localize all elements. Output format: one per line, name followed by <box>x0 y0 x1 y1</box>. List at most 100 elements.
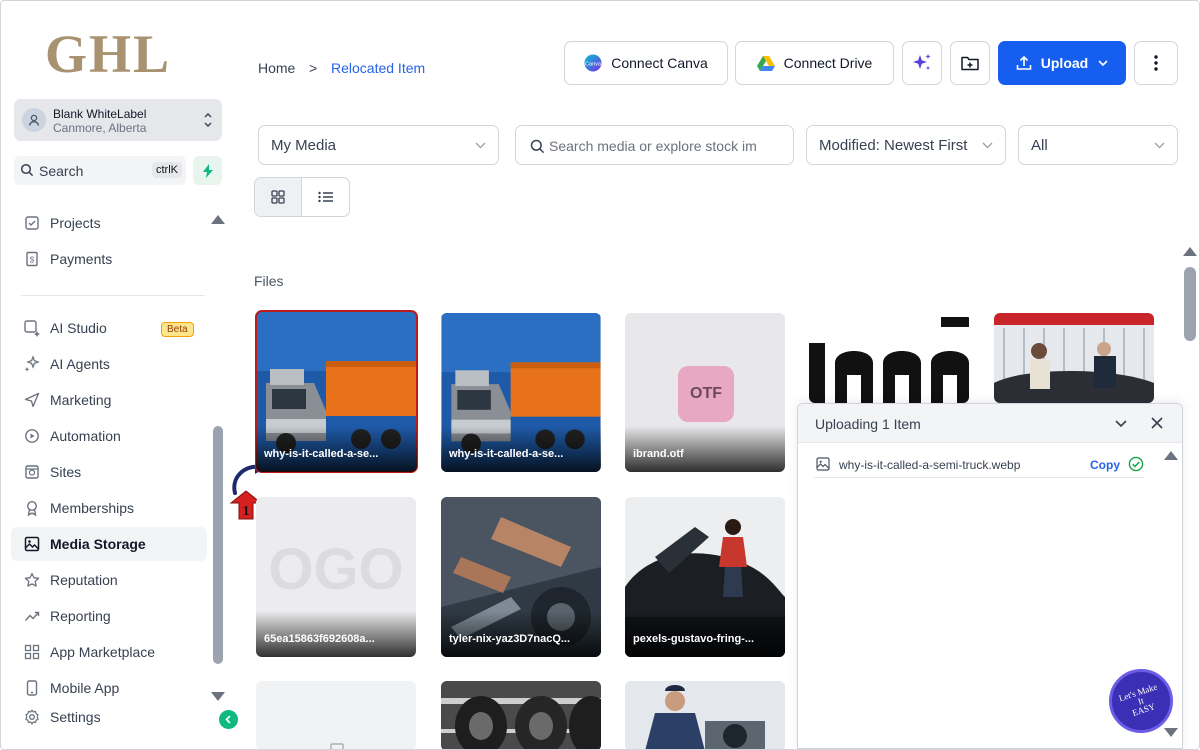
sidebar-item-sites[interactable]: Sites <box>11 455 207 489</box>
image-file-icon <box>816 457 830 471</box>
sidebar-item-reputation[interactable]: Reputation <box>11 563 207 597</box>
folder-plus-icon <box>961 56 979 71</box>
location-avatar-icon <box>22 108 46 132</box>
sidebar-item-marketing[interactable]: Marketing <box>11 383 207 417</box>
memberships-icon <box>21 497 43 519</box>
media-tile[interactable]: why-is-it-called-a-se... <box>255 310 418 473</box>
file-name: 65ea15863f692608a... <box>264 633 375 645</box>
sidebar-item-automation[interactable]: Automation <box>11 419 207 453</box>
breadcrumb-home[interactable]: Home <box>258 60 295 76</box>
app-logo[interactable]: GHL <box>45 23 171 85</box>
file-type-select[interactable]: All <box>1018 125 1178 165</box>
send-icon <box>21 389 43 411</box>
sidebar-scroll-up-icon[interactable] <box>211 215 225 224</box>
file-name: pexels-gustavo-fring-... <box>633 633 755 645</box>
close-icon[interactable] <box>1149 415 1165 431</box>
image-placeholder-icon <box>330 743 344 749</box>
lightning-icon <box>202 163 213 178</box>
media-tile[interactable] <box>256 681 416 749</box>
image-icon <box>21 533 43 555</box>
grid-icon <box>21 641 43 663</box>
media-tile[interactable] <box>809 313 969 403</box>
tile-caption: pexels-gustavo-fring-... <box>625 611 785 657</box>
sidebar-scrollbar[interactable] <box>213 426 223 664</box>
chevron-updown-icon <box>204 113 212 127</box>
grid-view-button[interactable] <box>255 178 303 216</box>
sidebar-search[interactable]: Search ctrlK <box>14 156 186 185</box>
phone-icon <box>21 677 43 699</box>
breadcrumb-separator: > <box>309 60 318 76</box>
sidebar-item-media-storage[interactable]: Media Storage <box>11 527 207 561</box>
sidebar-item-label: Memberships <box>50 500 135 516</box>
media-tile[interactable]: why-is-it-called-a-se... <box>441 313 601 472</box>
sidebar-item-label: Reputation <box>50 572 118 588</box>
copy-link-button[interactable]: Copy <box>1090 458 1120 472</box>
ai-studio-icon <box>21 317 43 339</box>
sidebar-item-memberships[interactable]: Memberships <box>11 491 207 525</box>
sidebar-item-settings[interactable]: Settings <box>11 700 207 734</box>
tile-caption: why-is-it-called-a-se... <box>256 426 417 472</box>
media-search-placeholder: Search media or explore stock im <box>549 138 757 154</box>
check-circle-icon <box>1128 456 1144 472</box>
search-icon <box>20 163 34 177</box>
ai-magic-button[interactable] <box>902 41 942 85</box>
media-source-select[interactable]: My Media <box>258 125 499 165</box>
file-name: why-is-it-called-a-se... <box>449 448 564 460</box>
connect-drive-button[interactable]: Connect Drive <box>735 41 894 85</box>
automation-icon <box>21 425 43 447</box>
app-window: GHL Blank WhiteLabel Canmore, Alberta Se… <box>0 0 1200 750</box>
google-drive-icon <box>756 56 775 71</box>
media-tile[interactable]: tyler-nix-yaz3D7nacQ... <box>441 497 601 657</box>
sidebar-item-label: Automation <box>50 428 121 444</box>
chevron-down-icon[interactable] <box>1114 416 1128 430</box>
media-tile[interactable] <box>441 681 601 749</box>
svg-text:$: $ <box>30 256 35 265</box>
media-tile[interactable]: OTF ibrand.otf <box>625 313 785 472</box>
more-options-button[interactable] <box>1134 41 1178 85</box>
sidebar-item-label: Payments <box>50 251 113 267</box>
media-tile[interactable]: OGO 65ea15863f692608a... <box>256 497 416 657</box>
sidebar-item-app-marketplace[interactable]: App Marketplace <box>11 635 207 669</box>
collapse-sidebar-button[interactable] <box>219 710 238 729</box>
view-toggle <box>254 177 350 217</box>
chart-icon <box>21 605 43 627</box>
sidebar-item-reporting[interactable]: Reporting <box>11 599 207 633</box>
quick-actions-button[interactable] <box>193 156 222 185</box>
main-scrollbar[interactable] <box>1184 267 1196 341</box>
media-tile[interactable] <box>625 681 785 749</box>
account-switcher[interactable]: Blank WhiteLabel Canmore, Alberta <box>14 99 222 141</box>
sidebar-item-label: Media Storage <box>50 536 146 552</box>
file-name: tyler-nix-yaz3D7nacQ... <box>449 633 571 645</box>
upload-button[interactable]: Upload <box>998 41 1126 85</box>
sidebar-item-ai-agents[interactable]: AI Agents <box>11 347 207 381</box>
sidebar-item-projects[interactable]: Projects <box>11 206 207 240</box>
panel-scroll-up-icon[interactable] <box>1164 451 1178 460</box>
panel-scroll-down-icon[interactable] <box>1164 728 1178 737</box>
sidebar-item-label: Reporting <box>50 608 111 624</box>
sort-select[interactable]: Modified: Newest First <box>806 125 1006 165</box>
file-name: why-is-it-called-a-se... <box>264 448 379 460</box>
main-scroll-up-icon[interactable] <box>1183 247 1197 256</box>
media-tile[interactable] <box>994 313 1154 403</box>
new-folder-button[interactable] <box>950 41 990 85</box>
list-view-button[interactable] <box>302 178 349 216</box>
upload-item-row: why-is-it-called-a-semi-truck.webp Copy <box>814 454 1144 478</box>
connect-canva-button[interactable]: Canva Connect Canva <box>564 41 728 85</box>
thumbnail-tires <box>441 681 601 749</box>
projects-icon <box>21 212 43 234</box>
sidebar-scroll-down-icon[interactable] <box>211 692 225 701</box>
tile-caption: tyler-nix-yaz3D7nacQ... <box>441 611 601 657</box>
breadcrumb-current[interactable]: Relocated Item <box>331 60 425 76</box>
files-section-label: Files <box>254 273 284 289</box>
thumbnail-logo-black <box>809 317 969 403</box>
sites-icon <box>21 461 43 483</box>
payments-icon: $ <box>21 248 43 270</box>
tile-caption: 65ea15863f692608a... <box>256 611 416 657</box>
chevron-left-icon <box>225 715 231 724</box>
media-tile[interactable]: pexels-gustavo-fring-... <box>625 497 785 657</box>
sidebar-item-label: Marketing <box>50 392 112 408</box>
sidebar-item-payments[interactable]: $ Payments <box>11 242 207 276</box>
search-shortcut: ctrlK <box>152 162 182 178</box>
media-search-input[interactable]: Search media or explore stock im <box>515 125 794 165</box>
media-source-value: My Media <box>271 137 337 154</box>
